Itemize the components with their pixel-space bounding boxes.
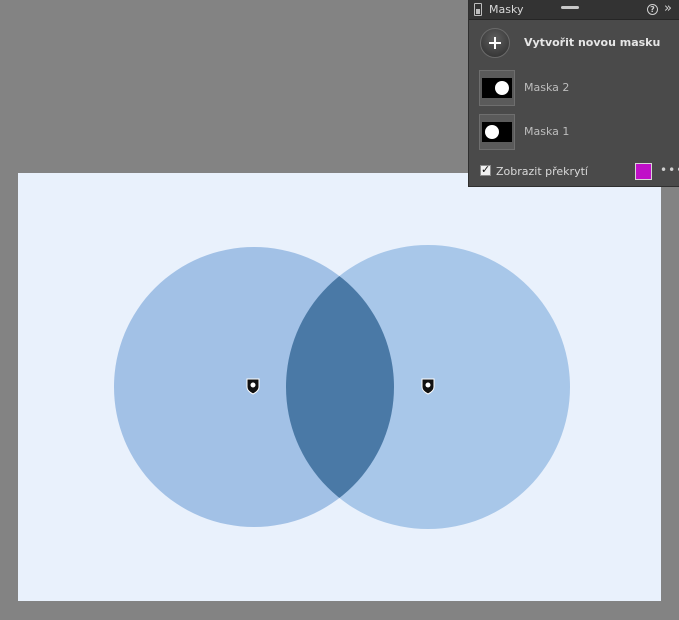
mask-item-label-2[interactable]: Maska 2 [524, 81, 569, 94]
overlay-options: ✓ Zobrazit překrytí ••• [469, 156, 679, 186]
mask-thumbnail-2[interactable] [479, 70, 515, 106]
panel-title: Masky [489, 3, 524, 16]
expand-panel-icon[interactable]: » [664, 1, 672, 16]
overlay-color-swatch[interactable] [635, 163, 652, 180]
create-new-mask-label[interactable]: Vytvořit novou masku [524, 36, 660, 49]
masks-panel: Masky ? » Vytvořit novou masku Maska 2 M… [468, 0, 679, 187]
mask-pin-right-icon[interactable] [421, 378, 435, 395]
mask-overlay-view [114, 245, 570, 529]
mask-pin-left-icon[interactable] [246, 378, 260, 395]
show-overlay-label[interactable]: Zobrazit překrytí [496, 165, 588, 178]
show-overlay-checkbox[interactable]: ✓ [480, 164, 491, 176]
help-icon[interactable]: ? [647, 4, 658, 15]
drag-grip-icon[interactable] [561, 6, 579, 9]
panel-titlebar[interactable]: Masky ? » [469, 0, 679, 20]
mask-thumbnail-1[interactable] [479, 114, 515, 150]
mask-item-label-1[interactable]: Maska 1 [524, 125, 569, 138]
more-options-icon[interactable]: ••• [660, 163, 679, 177]
image-canvas[interactable] [18, 173, 661, 601]
panel-icon [474, 3, 482, 16]
add-mask-button[interactable] [480, 28, 510, 58]
